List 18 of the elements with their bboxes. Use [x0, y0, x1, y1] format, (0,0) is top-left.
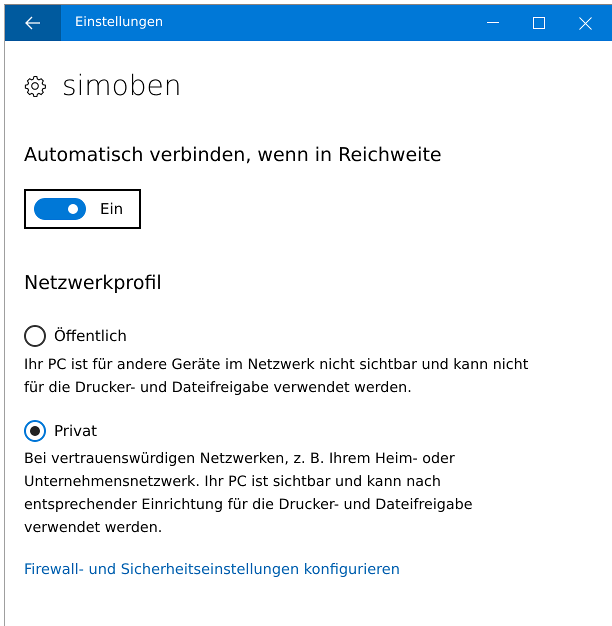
settings-icon — [24, 75, 46, 97]
radio-label: Privat — [54, 420, 98, 442]
page-title: simoben — [62, 72, 182, 100]
radio-button[interactable] — [24, 325, 46, 348]
radio-label: Öffentlich — [54, 326, 127, 348]
toggle-switch[interactable]: Ein — [24, 188, 142, 230]
back-button[interactable] — [5, 5, 61, 41]
maximize-icon — [533, 17, 545, 29]
radio-button[interactable] — [24, 420, 46, 442]
section-heading: Netzwerkprofil — [24, 272, 163, 296]
settings-link[interactable]: Firewall- und Sicherheitseinstellungen konfigurieren — [24, 562, 400, 578]
option-description: Bei vertrauenswürdigen Netzwerken, z. B. Ihrem Heim- oder Unternehmensnetzwerk. Ihr PC ist sichtbar und kann nach entsprechender Einrichtung für die Drucker- und Dateifreigabe verwendet werden. — [24, 450, 474, 538]
minimize-icon — [487, 22, 499, 24]
window-title: Einstellungen — [74, 14, 164, 32]
option-description: Ihr PC ist für andere Geräte im Netzwerk nicht sichtbar und kann nicht für die Drucker- und Dateifreigabe verwendet werden. — [24, 356, 530, 398]
close-icon — [578, 16, 592, 30]
section-heading: Automatisch verbinden, wenn in Reichweite — [24, 144, 443, 167]
back-icon — [25, 16, 41, 30]
